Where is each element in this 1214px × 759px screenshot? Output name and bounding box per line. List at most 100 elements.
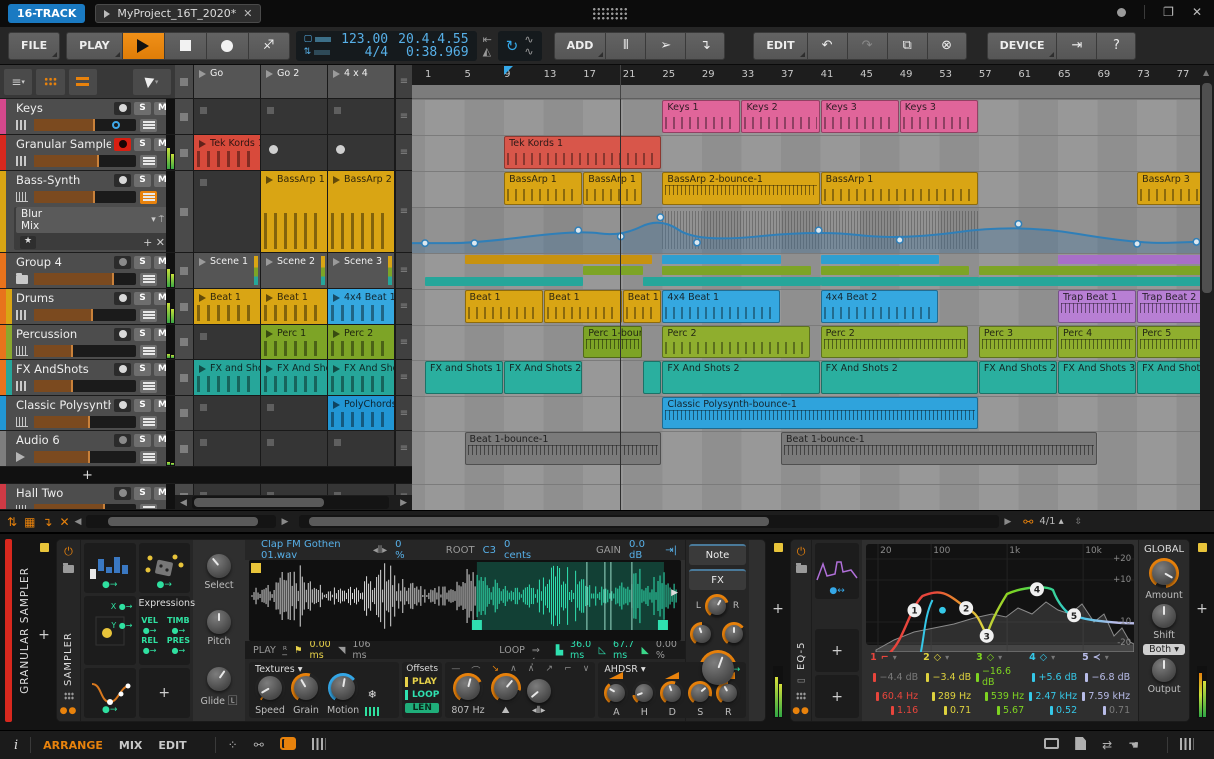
- launcher-clip[interactable]: FX And Sho...: [261, 360, 327, 395]
- speed-knob[interactable]: [258, 676, 282, 700]
- device-preset-icon[interactable]: [63, 563, 74, 573]
- filter-type-icons[interactable]: — ⌒ ↘ ∧ ∧̓ ↗ ⌐ ∨: [451, 664, 589, 677]
- add-track-button[interactable]: +: [82, 468, 93, 483]
- add-modulator-tile[interactable]: +: [815, 675, 860, 718]
- keytrack-icon[interactable]: [365, 707, 380, 716]
- record-arm-button[interactable]: [114, 398, 131, 412]
- loop-start[interactable]: 36.0 ms: [570, 639, 592, 661]
- solo-button[interactable]: S: [134, 255, 151, 269]
- automation-point[interactable]: [1133, 239, 1142, 248]
- steps-modulator-tile[interactable]: ●→: [84, 543, 136, 593]
- arranger-clip[interactable]: Tek Kords 1: [504, 136, 662, 169]
- clip-slot[interactable]: [328, 99, 395, 134]
- eq-graph[interactable]: 1 2 3 4 5 20 100 1k 10k +20 +10 -10 -20: [866, 544, 1135, 652]
- glide-knob[interactable]: [206, 667, 231, 692]
- record-arm-button[interactable]: [114, 173, 131, 187]
- launcher-clip[interactable]: Perc 1: [261, 325, 327, 359]
- eq-band-freq[interactable]: 2.47 kHz: [1027, 690, 1079, 703]
- clip-slot[interactable]: Scene 2: [261, 253, 328, 288]
- sampler-device[interactable]: ⏻ SAMPLER ●● ●→ ●→ X ●→ Y ●→ Expressions…: [56, 539, 766, 722]
- arranger-clip[interactable]: BassArp 1: [583, 172, 642, 205]
- device-menu-button[interactable]: DEVICE: [986, 31, 1057, 60]
- solo-button[interactable]: S: [134, 327, 151, 341]
- device-expand-icon[interactable]: ●●: [60, 706, 78, 716]
- arranger-clip[interactable]: BassArp 1: [504, 172, 583, 205]
- reverse-icon[interactable]: ᴿ̲: [283, 645, 287, 656]
- record-arm-button[interactable]: [114, 327, 131, 341]
- note-chain-chip[interactable]: Note: [689, 544, 746, 565]
- track-stop-button[interactable]: [175, 289, 194, 324]
- launcher-grid-icon[interactable]: [36, 68, 65, 95]
- scene-play-icon[interactable]: [199, 70, 206, 78]
- favorite-icon[interactable]: ★: [20, 236, 37, 249]
- position-display[interactable]: 20.4.4.55: [398, 33, 468, 46]
- arranger-clip[interactable]: BassArp 1: [820, 172, 978, 205]
- launcher-clip[interactable]: 4x4 Beat 1: [328, 289, 394, 324]
- volume-slider[interactable]: [34, 345, 136, 357]
- fx-chain-chip[interactable]: FX: [689, 569, 746, 590]
- track-row[interactable]: Drums S M: [0, 289, 175, 325]
- clip-slot[interactable]: Tek Kords 1: [194, 135, 261, 170]
- launcher-clip[interactable]: Perc 2: [328, 325, 394, 359]
- clip-slot[interactable]: [328, 431, 395, 466]
- eq-band-q[interactable]: 0.71: [1080, 704, 1132, 717]
- expressions-modulator-tile[interactable]: Expressions VEL TIMB ●→ ●→ REL PRES ●→ ●→: [138, 596, 195, 665]
- stop-button[interactable]: [163, 31, 206, 60]
- sample-length[interactable]: 106 ms: [352, 639, 372, 661]
- track-menu-icon[interactable]: [140, 344, 157, 358]
- clip-slot[interactable]: [261, 431, 328, 466]
- eq-band-freq[interactable]: 7.59 kHz: [1080, 690, 1132, 703]
- clip-slot[interactable]: Scene 1: [194, 253, 261, 288]
- row-menu-icon[interactable]: ≡: [395, 135, 412, 170]
- dashboard-button[interactable]: 16-TRACK: [8, 4, 86, 23]
- track-row[interactable]: Granular Sampler S M: [0, 135, 175, 171]
- arranger-clip[interactable]: Keys 2: [741, 100, 820, 133]
- cursor-tool-icon[interactable]: ▾: [133, 68, 171, 95]
- arranger-clip[interactable]: FX And Shots 2: [662, 361, 820, 394]
- record-arm-button[interactable]: [114, 255, 131, 269]
- volume-slider[interactable]: [34, 155, 136, 167]
- redo-button[interactable]: ↷: [846, 31, 887, 60]
- device-power-icon[interactable]: ⏻: [797, 545, 806, 559]
- solo-button[interactable]: S: [134, 101, 151, 115]
- track-name[interactable]: FX AndShots: [16, 362, 111, 376]
- loop-toggle[interactable]: ↻: [506, 37, 519, 55]
- eq-amount-knob[interactable]: [1152, 561, 1177, 585]
- touch-mode-icon[interactable]: ☚: [1128, 738, 1139, 752]
- mod-route-icon[interactable]: ●→: [157, 581, 172, 590]
- delete-button[interactable]: ⊗: [926, 31, 967, 60]
- vertical-fit-icon[interactable]: ⇳: [1075, 517, 1083, 527]
- eq-band-q[interactable]: 5.67: [974, 704, 1026, 717]
- eq-band-freq[interactable]: 60.4 Hz: [868, 690, 920, 703]
- arranger-clip[interactable]: Beat 1-bounce-1: [464, 432, 662, 465]
- inspector-panel-icon[interactable]: [1075, 737, 1087, 753]
- arranger-clip[interactable]: 4x4 Beat 1: [662, 290, 781, 323]
- track-stop-button[interactable]: [175, 360, 194, 395]
- out-knob[interactable]: [701, 653, 734, 685]
- arranger-clip[interactable]: [642, 361, 662, 394]
- eq-band-head[interactable]: 4 ◇ ▾: [1027, 651, 1079, 664]
- track-name[interactable]: Hall Two: [16, 486, 111, 500]
- arranger-clip[interactable]: Keys 3: [899, 100, 978, 133]
- loop-xfade[interactable]: 0.00 %: [656, 639, 677, 661]
- velocity-knob[interactable]: [692, 625, 711, 643]
- device-expand-icon[interactable]: ●●: [792, 706, 810, 716]
- arranger-clip[interactable]: Beat 1-bounce-1: [781, 432, 1097, 465]
- sample-start[interactable]: 0.00 ms: [310, 639, 332, 661]
- help-button[interactable]: ?: [1096, 31, 1137, 60]
- eq5-device[interactable]: ⏻ EQ-5 ▭ ●● ●↔ + + 12345 20 100 1k 10k +…: [790, 539, 1190, 722]
- volume-slider[interactable]: [34, 309, 136, 321]
- add-device-slot[interactable]: +: [772, 601, 784, 617]
- launcher-clip[interactable]: Tek Kords 1: [194, 135, 260, 170]
- arranger-clip[interactable]: Keys 1: [662, 100, 741, 133]
- track-row[interactable]: Percussion S M: [0, 325, 175, 360]
- envelope-follower-tile[interactable]: ●↔: [815, 543, 860, 599]
- chain-color-swatch[interactable]: [773, 543, 783, 552]
- track-stop-button[interactable]: [175, 253, 194, 288]
- eq-band-freq[interactable]: 289 Hz: [921, 690, 973, 703]
- track-row[interactable]: FX AndShots S M: [0, 360, 175, 396]
- punch-in-toggle[interactable]: ∿: [524, 34, 533, 45]
- sample-play-icon[interactable]: ▶: [671, 588, 678, 598]
- sample-waveform[interactable]: ▶: [249, 560, 681, 641]
- track-name[interactable]: Drums: [16, 291, 111, 305]
